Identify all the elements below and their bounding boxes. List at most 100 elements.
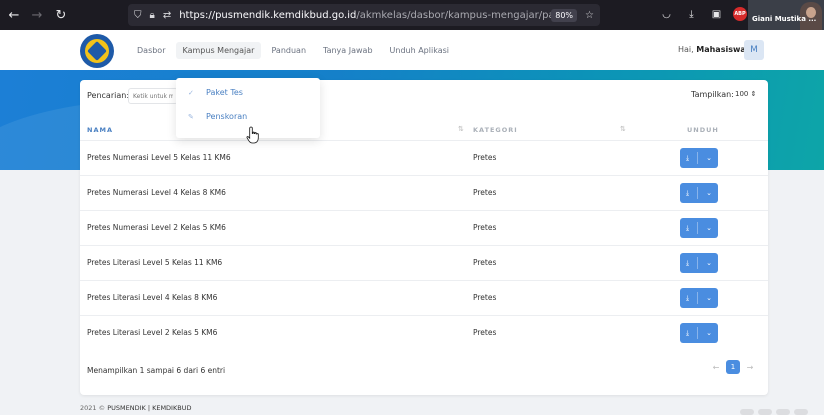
participant-name: Giani Mustika ... [752,15,817,23]
logo-ring [85,39,109,63]
kemdikbud-logo[interactable] [80,34,114,68]
chevron-down-icon: ⌄ [706,189,712,197]
download-button[interactable]: ⤓ ⌄ [680,323,718,343]
recording-controls [740,409,808,415]
chevron-down-icon: ⌄ [706,294,712,302]
greeting-text: Hai, [678,45,697,54]
download-icon: ⤓ [686,223,690,232]
row-name: Pretes Numerasi Level 4 Kelas 8 KM6 [87,188,226,197]
chevron-down-icon: ⌄ [706,154,712,162]
dropdown-item-paket-tes[interactable]: ✓ Paket Tes [188,88,243,97]
zoom-level[interactable]: 80% [551,8,578,22]
avatar[interactable]: M [744,40,764,60]
column-header-unduh: UNDUH [687,126,719,134]
row-category: Pretes [473,293,497,302]
dropdown-item-label: Penskoran [206,112,248,121]
download-button[interactable]: ⤓ ⌄ [680,183,718,203]
site-header: Dasbor Kampus Mengajar Panduan Tanya Jaw… [0,30,824,70]
column-header-nama[interactable]: NAMA [87,126,113,134]
pagination: ← 1 → [710,360,756,374]
page-footer: 2021 © PUSMENDIK | KEMDIKBUD [80,404,191,412]
user-greeting[interactable]: Hai, Mahasiswa 1 [678,45,754,54]
sort-icon[interactable]: ⇅ [620,125,626,133]
row-name: Pretes Numerasi Level 2 Kelas 5 KM6 [87,223,226,232]
page-number[interactable]: 1 [726,360,740,374]
row-name: Pretes Literasi Level 5 Kelas 11 KM6 [87,258,223,267]
table-row: Pretes Numerasi Level 4 Kelas 8 KM6 Pret… [80,175,768,210]
bookmark-star-icon[interactable]: ☆ [585,10,594,21]
extension-icon[interactable]: ▣ [708,6,725,23]
download-icon: ⤓ [686,153,690,162]
control-pill[interactable] [758,409,772,415]
download-icon: ⤓ [686,293,690,302]
sort-icon[interactable]: ⇅ [458,125,464,133]
download-button[interactable]: ⤓ ⌄ [680,288,718,308]
download-icon: ⤓ [686,188,690,197]
table-info: Menampilkan 1 sampai 6 dari 6 entri [87,366,226,375]
button-divider [697,187,699,199]
nav-panduan[interactable]: Panduan [264,42,313,59]
download-button[interactable]: ⤓ ⌄ [680,253,718,273]
shield-icon: ⛉ [134,9,142,21]
table-row: Pretes Literasi Level 4 Kelas 8 KM6 Pret… [80,280,768,315]
pocket-icon[interactable]: ◡ [658,6,675,23]
dropdown-item-label: Paket Tes [206,88,243,97]
nav-tanya-jawab[interactable]: Tanya Jawab [316,42,380,59]
nav-dasbor[interactable]: Dasbor [130,42,173,59]
search-input[interactable] [128,88,178,104]
row-category: Pretes [473,153,497,162]
control-pill[interactable] [794,409,808,415]
row-category: Pretes [473,258,497,267]
url-text: https://pusmendik.kemdikbud.go.id/akmkel… [179,10,551,21]
check-icon: ✓ [188,88,194,97]
reload-icon[interactable]: ↻ [49,3,73,27]
button-divider [697,222,699,234]
table-row: Pretes Literasi Level 5 Kelas 11 KM6 Pre… [80,245,768,280]
search-label: Pencarian: [87,91,130,100]
hand-cursor-icon [246,126,259,144]
download-button[interactable]: ⤓ ⌄ [680,218,718,238]
download-button[interactable]: ⤓ ⌄ [680,148,718,168]
button-divider [697,152,699,164]
next-page-icon[interactable]: → [744,363,756,372]
table-row: Pretes Numerasi Level 5 Kelas 11 KM6 Pre… [80,140,768,175]
control-pill[interactable] [740,409,754,415]
nav-unduh-aplikasi[interactable]: Unduh Aplikasi [383,42,456,59]
column-header-kategori[interactable]: KATEGORI [473,126,518,134]
footer-org: PUSMENDIK | KEMDIKBUD [107,404,192,412]
row-name: Pretes Literasi Level 2 Kelas 5 KM6 [87,328,218,337]
button-divider [697,257,699,269]
chevron-down-icon: ⌄ [706,259,712,267]
download-icon: ⤓ [686,328,690,337]
toolbar-icons: ◡ ⤓ ▣ ABP [658,6,747,23]
dropdown-item-penskoran[interactable]: ✎ Penskoran [188,112,247,121]
adblock-icon[interactable]: ABP [733,7,747,21]
button-divider [697,327,699,339]
chevron-down-icon: ⌄ [706,329,712,337]
table-row: Pretes Numerasi Level 2 Kelas 5 KM6 Pret… [80,210,768,245]
back-icon[interactable]: ← [2,3,26,27]
row-category: Pretes [473,188,497,197]
permissions-icon: ⇄ [162,9,172,21]
download-icon: ⤓ [686,258,690,267]
video-call-tile: Giani Mustika ... [748,0,824,30]
show-entries-label: Tampilkan: [691,90,734,99]
browser-toolbar: ← → ↻ ⛉ 🔒︎ ⇄ https://pusmendik.kemdikbud… [0,0,824,30]
url-path: /akmkelas/dasbor/kampus-mengajar/paket-t… [356,9,551,21]
row-category: Pretes [473,223,497,232]
prev-page-icon[interactable]: ← [710,363,722,372]
button-divider [697,292,699,304]
forward-icon[interactable]: → [25,3,49,27]
url-host: https://pusmendik.kemdikbud.go.id [179,9,357,21]
row-name: Pretes Numerasi Level 5 Kelas 11 KM6 [87,153,231,162]
lock-icon: 🔒︎ [149,9,155,21]
address-bar[interactable]: ⛉ 🔒︎ ⇄ https://pusmendik.kemdikbud.go.id… [128,4,600,26]
download-icon[interactable]: ⤓ [683,6,700,23]
control-pill[interactable] [776,409,790,415]
footer-year: 2021 © [80,404,106,412]
main-nav: Dasbor Kampus Mengajar Panduan Tanya Jaw… [130,30,459,70]
row-category: Pretes [473,328,497,337]
nav-kampus-mengajar[interactable]: Kampus Mengajar [175,41,262,59]
show-entries-select[interactable]: 100 ⇕ [732,88,759,100]
row-name: Pretes Literasi Level 4 Kelas 8 KM6 [87,293,218,302]
